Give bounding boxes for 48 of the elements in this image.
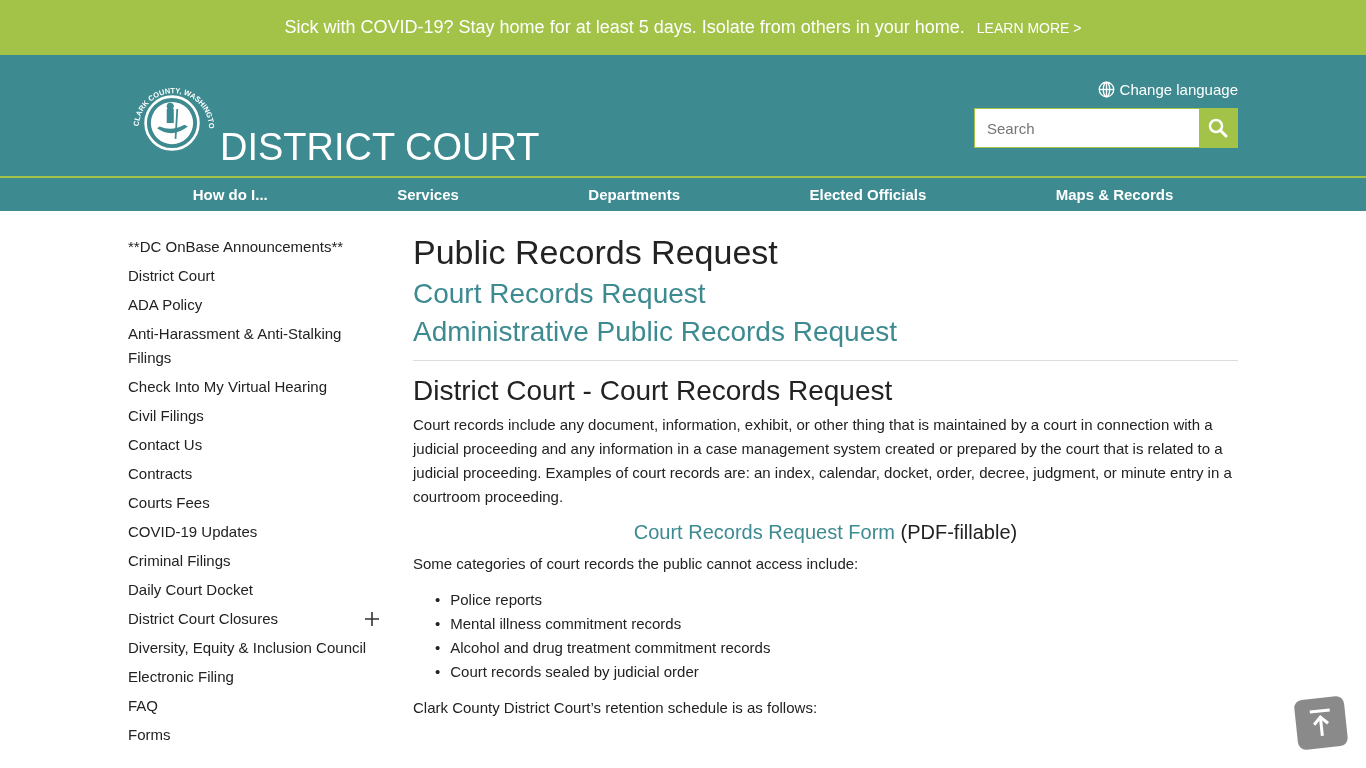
sidebar-link[interactable]: ADA Policy [128, 293, 203, 317]
sidebar-link[interactable]: Contracts [128, 462, 193, 486]
change-language-link[interactable]: Change language [1097, 81, 1238, 98]
sidebar-link[interactable]: Criminal Filings [128, 549, 231, 573]
intro-paragraph: Court records include any document, information, exhibit, or other thing that is maintained by a court in connection with a judicial proceeding and any information in a case management system created or prepared by the court that is related to a judicial proceeding. Examples of court records are: an index, calendar, docket, order, decree, judgment, or minute entry in a courtroom proceeding. [413, 415, 1233, 507]
form-note: (PDF-fillable) [900, 521, 1018, 543]
bullet: • [435, 590, 441, 610]
sidebar-link[interactable]: **DC OnBase Announcements** [128, 235, 344, 259]
sidebar-link[interactable]: Electronic Filing [128, 665, 234, 689]
categories-intro: Some categories of court records the public cannot access include: [413, 554, 860, 574]
search-field[interactable]: Search [974, 108, 1238, 148]
sidebar-link[interactable]: District Court [128, 264, 215, 288]
sidebar-link[interactable]: Check Into My Virtual Hearing [128, 375, 327, 399]
bullet: • [435, 662, 441, 682]
sidebar-link[interactable]: Courts Fees [128, 491, 210, 515]
section-heading: District Court - Court Records Request [413, 375, 894, 407]
search-button[interactable] [1199, 109, 1237, 147]
sidebar-link[interactable]: Diversity, Equity & Inclusion Council [128, 636, 367, 660]
search-icon [1208, 118, 1228, 138]
sidebar-link[interactable]: Civil Filings [128, 404, 204, 428]
anchor-link[interactable]: Administrative Public Records Request [413, 316, 1238, 348]
category-item: Mental illness commitment records [450, 614, 682, 634]
nav-item[interactable]: How do I... [186, 185, 274, 204]
nav-item[interactable]: Services [391, 185, 465, 204]
sidebar-link[interactable]: Anti-Harassment & Anti-Stalking Filings [128, 322, 368, 370]
sidebar-link[interactable]: FAQ [128, 694, 158, 718]
alert-message: Sick with COVID-19? Stay home for at least 5 days. Isolate from others in your home. [284, 17, 965, 38]
category-item: Police reports [450, 590, 542, 610]
sidebar-link[interactable]: Contact Us [128, 433, 203, 457]
category-item: Alcohol and drug treatment commitment records [450, 638, 771, 658]
nav-item[interactable]: Maps & Records [1049, 185, 1180, 204]
category-item: Court records sealed by judicial order [450, 662, 699, 682]
page-title: Public Records Request [413, 233, 779, 272]
retention-intro: Clark County District Court’s retention schedule is as follows: [413, 698, 819, 718]
site-title[interactable]: DISTRICT COURT [220, 128, 540, 166]
bullet: • [435, 614, 441, 634]
anchor-link[interactable]: Court Records Request [413, 278, 1238, 310]
globe-icon [1097, 81, 1115, 98]
form-link[interactable]: Court Records Request Form [633, 521, 895, 543]
back-to-top-button[interactable] [1293, 695, 1349, 751]
sidebar-link[interactable]: Forms [128, 723, 171, 747]
nav-item[interactable]: Elected Officials [803, 185, 933, 204]
sidebar-link[interactable]: District Court Closures [128, 607, 279, 631]
sidebar-link[interactable]: COVID-19 Updates [128, 520, 258, 544]
nav-item[interactable]: Departments [582, 185, 687, 204]
bullet: • [435, 638, 441, 658]
sidebar-link[interactable]: Daily Court Docket [128, 578, 254, 602]
plus-icon[interactable] [364, 611, 380, 627]
